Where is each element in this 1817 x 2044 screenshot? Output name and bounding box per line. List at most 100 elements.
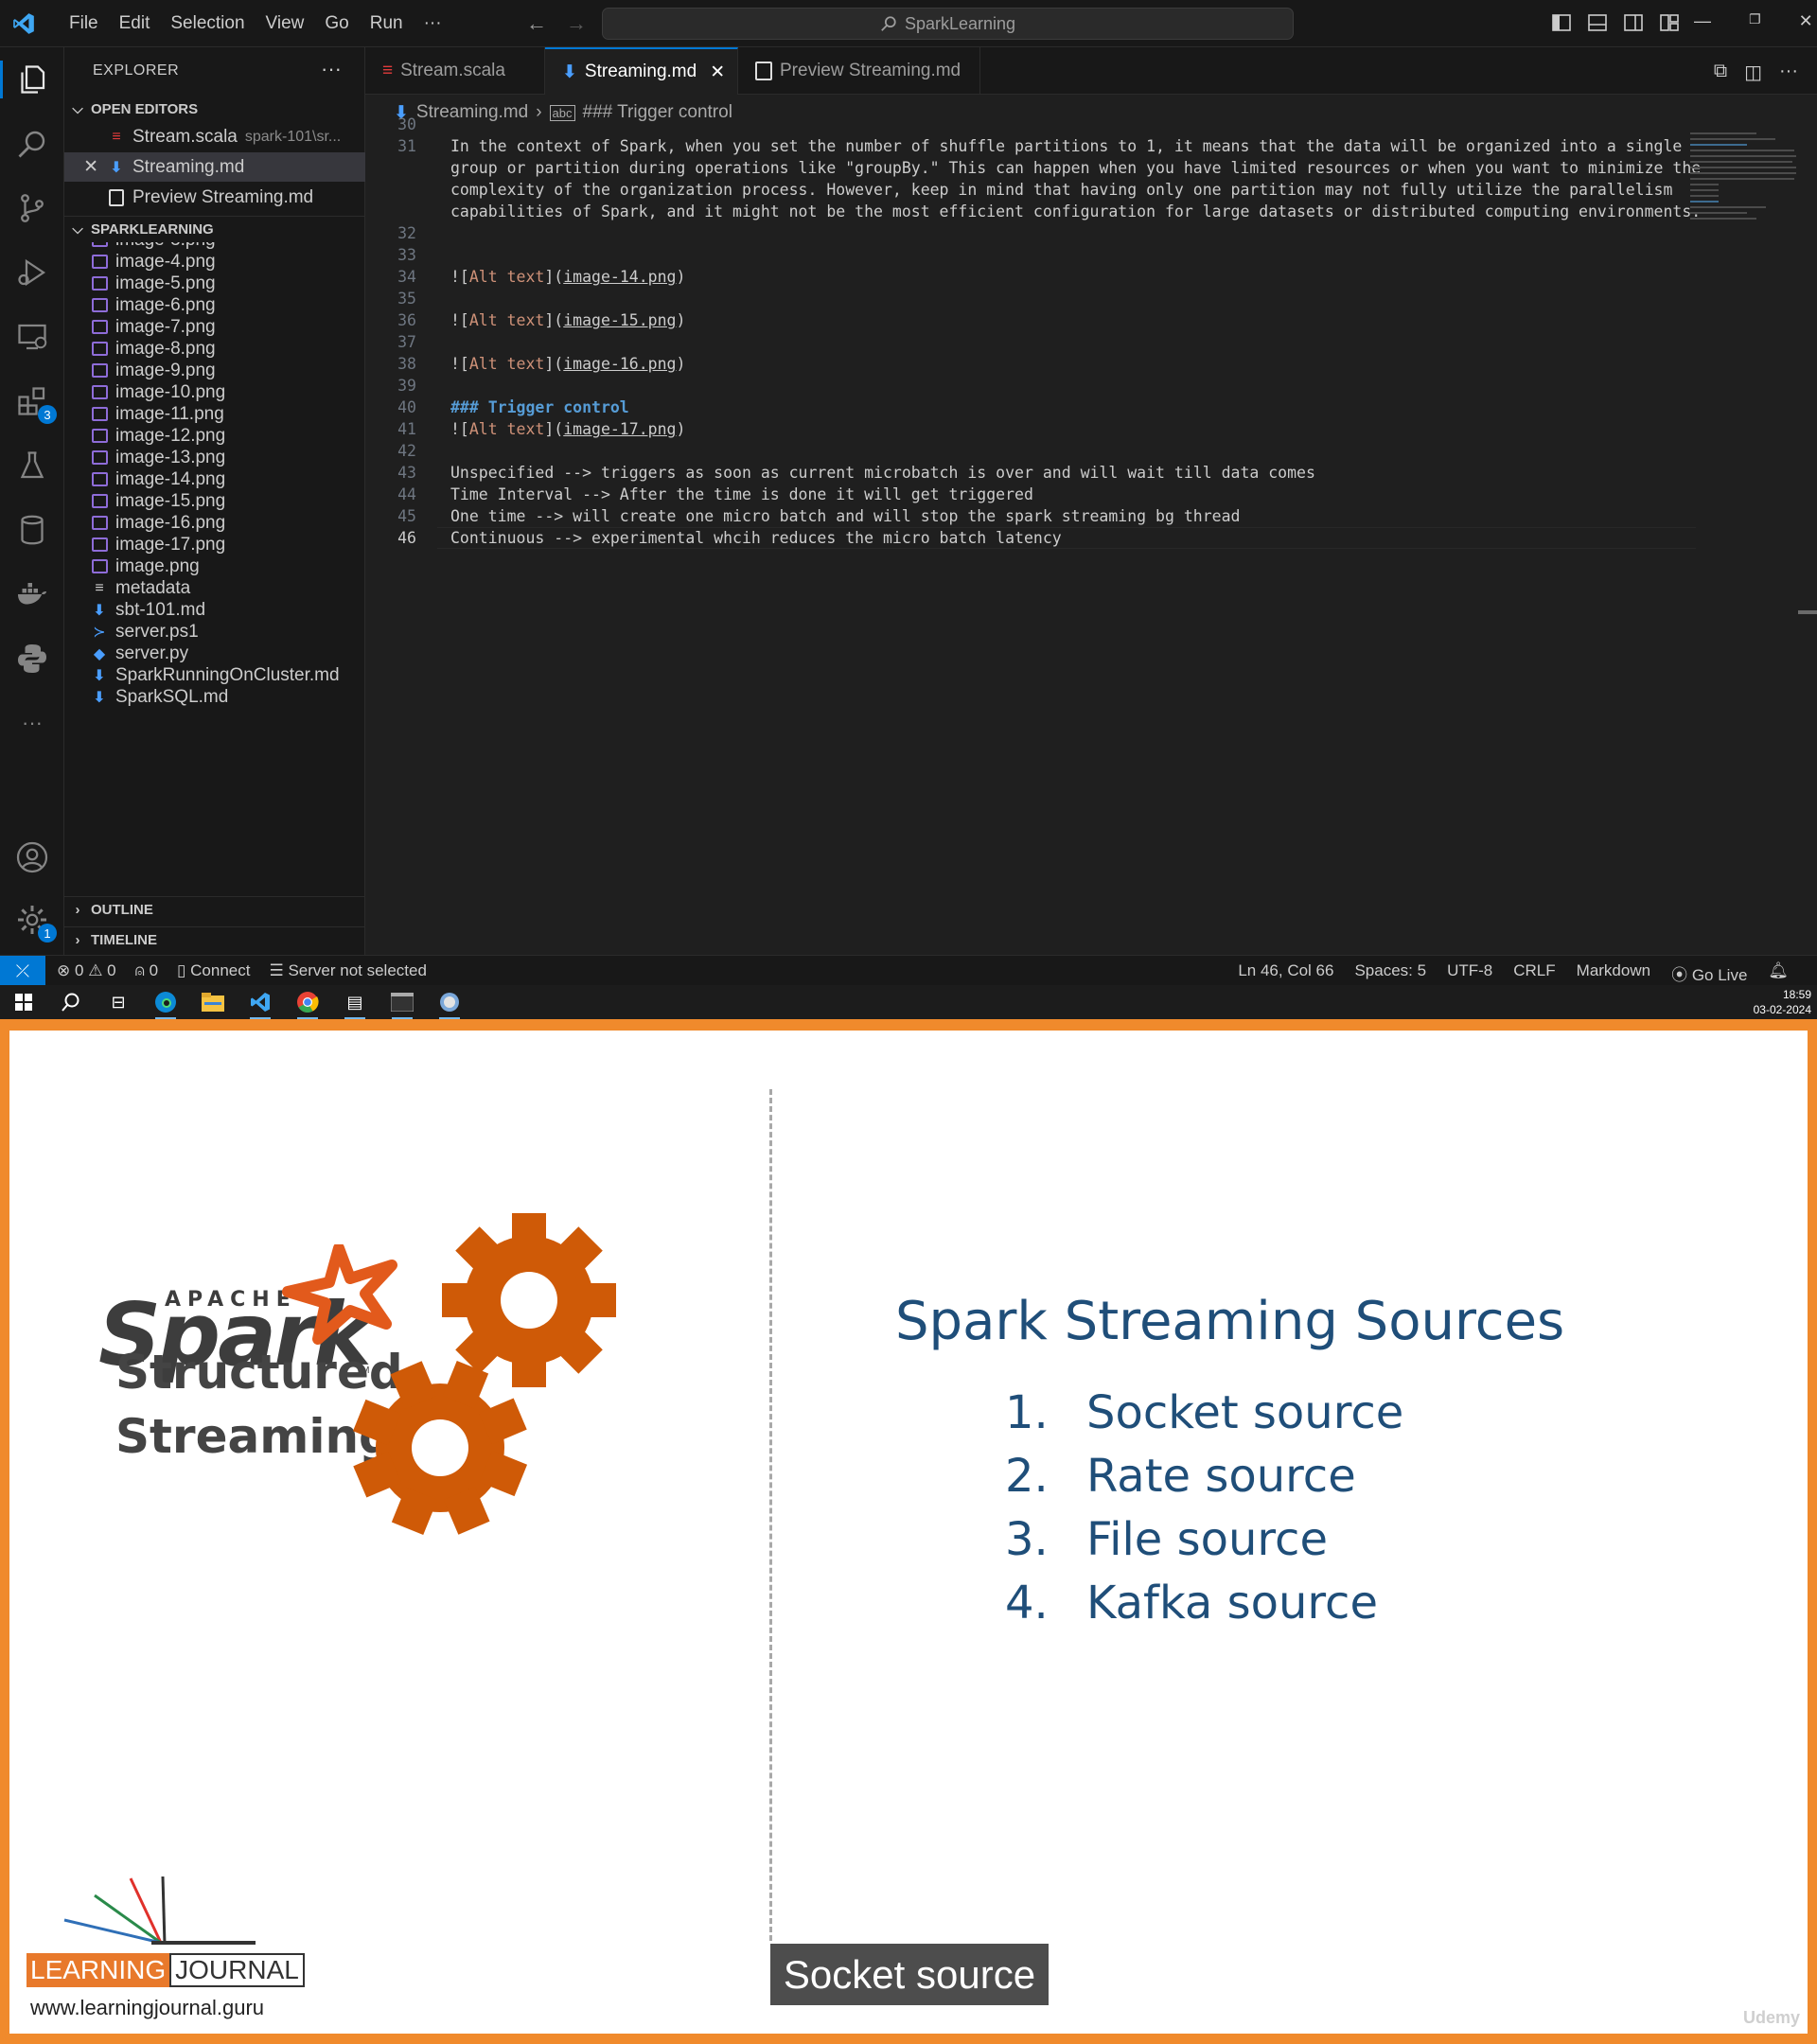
- minimap[interactable]: [1690, 129, 1804, 242]
- file-tree-item[interactable]: ⬇ SparkSQL.md: [64, 686, 365, 708]
- file-tree-item[interactable]: image-9.png: [64, 360, 365, 381]
- manage-gear-icon[interactable]: 1: [13, 901, 57, 943]
- file-tree-item[interactable]: ≡ metadata: [64, 577, 365, 599]
- vscode-taskbar-icon[interactable]: [248, 991, 273, 1019]
- source-control-icon[interactable]: [13, 189, 51, 227]
- go-live-button[interactable]: ⦿ Go Live: [1671, 961, 1747, 985]
- file-tree-item[interactable]: image-11.png: [64, 403, 365, 425]
- chrome-icon[interactable]: [295, 991, 320, 1019]
- terminal-icon[interactable]: [390, 991, 415, 1019]
- docker-icon[interactable]: [13, 575, 51, 613]
- end-of-line[interactable]: CRLF: [1513, 961, 1555, 985]
- explorer-more-icon[interactable]: ···: [321, 57, 342, 81]
- file-tree-item[interactable]: ⬇ sbt-101.md: [64, 599, 365, 621]
- file-tree-item[interactable]: ⬇ SparkRunningOnCluster.md: [64, 664, 365, 686]
- customize-layout-icon[interactable]: [1658, 11, 1681, 34]
- encoding[interactable]: UTF-8: [1447, 961, 1492, 985]
- toggle-panel-icon[interactable]: [1586, 11, 1609, 34]
- open-editor-item[interactable]: ✕ ⬇ Streaming.md: [64, 152, 365, 182]
- tab-streaming-md[interactable]: ⬇ Streaming.md ✕: [545, 47, 738, 95]
- app-window-icon[interactable]: ▤: [343, 991, 367, 1019]
- cursor-position[interactable]: Ln 46, Col 66: [1238, 961, 1333, 985]
- breadcrumb-symbol[interactable]: ### Trigger control: [583, 102, 732, 123]
- explorer-icon[interactable]: [0, 61, 51, 98]
- search-activity-icon[interactable]: [13, 125, 51, 163]
- file-tree-item[interactable]: image-13.png: [64, 447, 365, 468]
- split-editor-icon[interactable]: ◫: [1744, 61, 1762, 84]
- toggle-secondary-sidebar-icon[interactable]: [1622, 11, 1645, 34]
- file-tree-item[interactable]: image-3.png: [64, 242, 365, 251]
- taskbar-search-icon[interactable]: [59, 991, 83, 1013]
- vertical-scrollbar[interactable]: [1798, 610, 1817, 614]
- toggle-primary-sidebar-icon[interactable]: [1550, 11, 1573, 34]
- file-tree-item[interactable]: ◆ server.py: [64, 643, 365, 664]
- remote-indicator-icon[interactable]: ⤫: [0, 956, 45, 986]
- timeline-header[interactable]: › TIMELINE: [64, 926, 365, 953]
- remote-explorer-icon[interactable]: [13, 318, 51, 356]
- file-tree-item[interactable]: image-7.png: [64, 316, 365, 338]
- notifications-bell-icon[interactable]: 🔔︎: [1768, 961, 1789, 985]
- language-mode[interactable]: Markdown: [1577, 961, 1650, 985]
- file-tree-item[interactable]: image-6.png: [64, 294, 365, 316]
- forward-arrow-icon[interactable]: →: [566, 11, 587, 36]
- browser-globe-icon[interactable]: [437, 991, 462, 1019]
- markdown-link[interactable]: image-14.png: [563, 268, 676, 286]
- tab-stream-scala[interactable]: ≡ Stream.scala: [365, 47, 545, 95]
- close-window-icon[interactable]: ✕: [1799, 11, 1813, 31]
- python-icon[interactable]: [13, 640, 51, 678]
- server-status[interactable]: ☰ Server not selected: [269, 961, 426, 980]
- back-arrow-icon[interactable]: ←: [526, 11, 547, 36]
- menu-view[interactable]: View: [256, 13, 315, 34]
- minimize-icon[interactable]: —: [1694, 11, 1711, 31]
- outline-header[interactable]: › OUTLINE: [64, 896, 365, 923]
- file-tree-item[interactable]: image.png: [64, 555, 365, 577]
- file-tree-item[interactable]: image-16.png: [64, 512, 365, 534]
- open-preview-icon[interactable]: ⧉: [1714, 61, 1727, 84]
- menu-run[interactable]: Run: [360, 13, 414, 34]
- file-tree-item[interactable]: image-8.png: [64, 338, 365, 360]
- extensions-icon[interactable]: 3: [13, 382, 57, 424]
- workspace-header[interactable]: ⌵ SPARKLEARNING: [64, 216, 365, 242]
- more-views-icon[interactable]: ···: [13, 704, 51, 742]
- indentation[interactable]: Spaces: 5: [1354, 961, 1426, 985]
- open-editors-header[interactable]: ⌵ OPEN EDITORS: [64, 96, 365, 122]
- command-center-search[interactable]: SparkLearning: [602, 8, 1294, 40]
- markdown-link[interactable]: image-17.png: [563, 420, 676, 438]
- run-debug-icon[interactable]: [13, 254, 51, 291]
- markdown-link[interactable]: image-15.png: [563, 311, 676, 329]
- file-tree-item[interactable]: image-17.png: [64, 534, 365, 555]
- file-tree-item[interactable]: image-12.png: [64, 425, 365, 447]
- problems-status[interactable]: ⊗ 0 ⚠ 0: [57, 961, 116, 980]
- system-clock[interactable]: 18:59 03-02-2024: [1754, 987, 1811, 1017]
- windows-start-icon[interactable]: [11, 991, 36, 1013]
- edge-browser-icon[interactable]: [153, 991, 178, 1019]
- markdown-link[interactable]: image-16.png: [563, 355, 676, 373]
- menu-selection[interactable]: Selection: [160, 13, 255, 34]
- menu-go[interactable]: Go: [314, 13, 359, 34]
- menu-file[interactable]: File: [59, 13, 109, 34]
- open-editor-item[interactable]: Preview Streaming.md: [64, 183, 365, 212]
- file-explorer-icon[interactable]: [201, 991, 225, 1013]
- more-actions-icon[interactable]: ···: [1779, 61, 1798, 84]
- file-tree-item[interactable]: image-4.png: [64, 251, 365, 273]
- breadcrumb-file[interactable]: Streaming.md: [416, 102, 528, 123]
- testing-icon[interactable]: [13, 447, 51, 485]
- ports-status[interactable]: ⍝ 0: [135, 961, 158, 980]
- tab-preview-streaming[interactable]: Preview Streaming.md: [738, 47, 980, 95]
- menu-more[interactable]: ···: [414, 13, 452, 34]
- restore-icon[interactable]: ❐: [1749, 11, 1761, 31]
- file-tree-item[interactable]: image-10.png: [64, 381, 365, 403]
- close-tab-icon[interactable]: ✕: [710, 62, 725, 83]
- file-tree-item[interactable]: ≻ server.ps1: [64, 621, 365, 643]
- file-tree-item[interactable]: image-15.png: [64, 490, 365, 512]
- connect-status[interactable]: ▯ Connect: [177, 961, 250, 980]
- open-editor-item[interactable]: ≡ Stream.scala spark-101\sr...: [64, 122, 365, 151]
- code-editor[interactable]: 30 31 In the context of Spark, when you se…: [365, 115, 1701, 943]
- accounts-icon[interactable]: [13, 838, 51, 876]
- database-icon[interactable]: [13, 511, 51, 549]
- close-editor-icon[interactable]: ✕: [64, 156, 106, 178]
- file-tree-item[interactable]: image-14.png: [64, 468, 365, 490]
- file-tree-item[interactable]: image-5.png: [64, 273, 365, 294]
- task-view-icon[interactable]: ⊟: [106, 991, 131, 1013]
- menu-edit[interactable]: Edit: [109, 13, 161, 34]
